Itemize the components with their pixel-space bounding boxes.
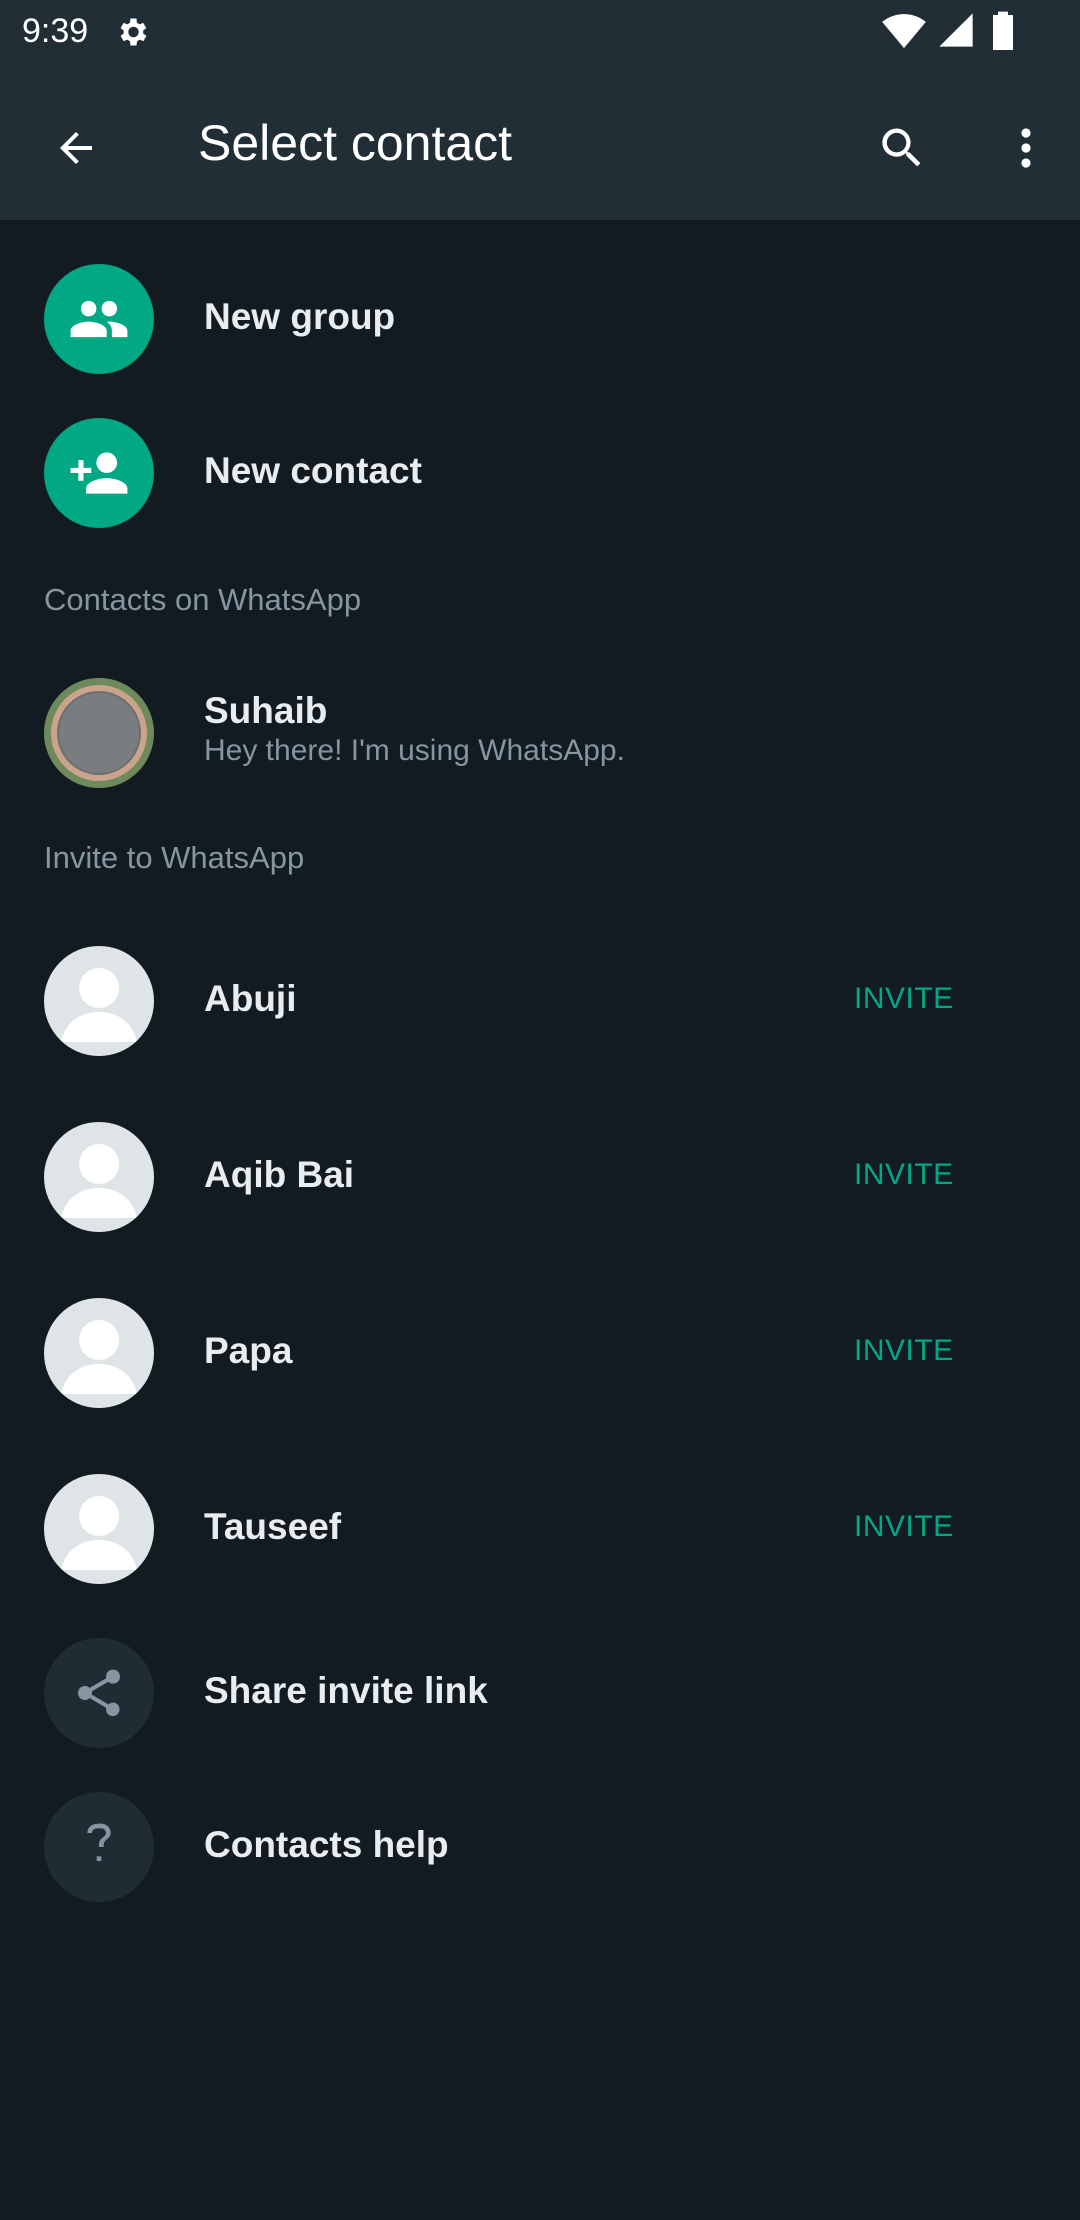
app-bar: Select contact — [0, 64, 1080, 220]
new-group-row[interactable]: New group — [0, 244, 1080, 394]
settings-gear-icon — [114, 14, 150, 50]
new-contact-label: New contact — [204, 450, 422, 491]
section-header-contacts: Contacts on WhatsApp — [44, 582, 362, 617]
page-title: Select contact — [198, 115, 513, 171]
contact-name: Abuji — [204, 978, 297, 1019]
default-avatar-icon — [44, 946, 154, 1056]
section-header-invite: Invite to WhatsApp — [44, 840, 305, 875]
invite-row-tauseef[interactable]: Tauseef INVITE — [0, 1454, 1080, 1602]
invite-button[interactable]: INVITE — [854, 1510, 954, 1544]
invite-button[interactable]: INVITE — [854, 1158, 954, 1192]
contacts-help-row[interactable]: Contacts help — [0, 1772, 1080, 1922]
contact-name: Aqib Bai — [204, 1154, 355, 1195]
status-time: 9:39 — [22, 12, 89, 50]
share-icon — [44, 1638, 154, 1748]
default-avatar-icon — [44, 1474, 154, 1584]
add-person-icon — [44, 418, 154, 528]
contact-name: Papa — [204, 1330, 293, 1371]
help-icon — [44, 1792, 154, 1902]
wifi-icon — [882, 14, 926, 49]
default-avatar-icon — [44, 1122, 154, 1232]
contact-status: Hey there! I'm using WhatsApp. — [204, 734, 625, 767]
more-vert-icon — [1021, 128, 1031, 168]
default-avatar-icon — [44, 1298, 154, 1408]
invite-row-aqib-bai[interactable]: Aqib Bai INVITE — [0, 1102, 1080, 1250]
group-icon — [44, 264, 154, 374]
invite-row-papa[interactable]: Papa INVITE — [0, 1278, 1080, 1426]
share-invite-link-label: Share invite link — [204, 1670, 488, 1711]
contact-row[interactable]: Suhaib Hey there! I'm using WhatsApp. — [0, 656, 1080, 806]
battery-icon — [993, 11, 1013, 50]
search-icon — [882, 128, 921, 167]
status-bar: 9:39 — [0, 0, 1080, 64]
cell-signal-icon — [939, 13, 973, 47]
invite-button[interactable]: INVITE — [854, 982, 954, 1016]
search-button[interactable] — [866, 112, 938, 184]
share-invite-link-row[interactable]: Share invite link — [0, 1618, 1080, 1768]
contact-name: Tauseef — [204, 1506, 342, 1547]
new-contact-row[interactable]: New contact — [0, 398, 1080, 548]
back-button[interactable] — [40, 112, 112, 184]
more-options-button[interactable] — [990, 112, 1062, 184]
invite-row-abuji[interactable]: Abuji INVITE — [0, 926, 1080, 1074]
new-group-label: New group — [204, 296, 396, 337]
invite-button[interactable]: INVITE — [854, 1334, 954, 1368]
contacts-help-label: Contacts help — [204, 1824, 449, 1865]
arrow-back-icon — [60, 132, 92, 164]
contact-name: Suhaib — [204, 690, 328, 731]
avatar — [44, 678, 154, 788]
